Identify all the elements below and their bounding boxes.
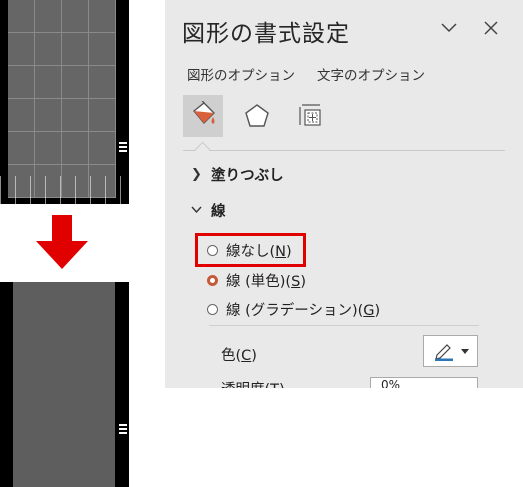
borderless-shape: [13, 282, 115, 487]
section-line[interactable]: 線: [191, 200, 226, 221]
radio-solid-line[interactable]: 線 (単色)(S): [207, 270, 306, 291]
chevron-right-icon: ❯: [191, 167, 202, 182]
section-fill-label: 塗りつぶし: [211, 168, 284, 184]
radio-gradient-line-label: 線 (グラデーション)(G): [226, 303, 381, 319]
close-icon[interactable]: [479, 16, 503, 40]
transparency-label: 透明度(T): [221, 378, 285, 388]
chevron-down-icon: [460, 348, 469, 354]
after-thumbnail: [0, 282, 129, 487]
line-color-button[interactable]: [423, 335, 478, 367]
tab-text-options[interactable]: 文字のオプション: [317, 64, 425, 84]
radio-gradient-line[interactable]: 線 (グラデーション)(G): [207, 299, 380, 320]
transparency-input[interactable]: 0%: [370, 377, 478, 388]
separator: [183, 150, 505, 151]
highlight-no-line: [195, 233, 306, 267]
section-fill[interactable]: ❯ 塗りつぶし: [191, 164, 284, 185]
section-line-label: 線: [211, 204, 226, 220]
pen-color-icon: [434, 344, 453, 361]
tab-shape-options[interactable]: 図形のオプション: [187, 64, 295, 84]
collapse-icon[interactable]: [437, 16, 461, 40]
gridlined-shape: [8, 0, 116, 198]
before-thumbnail: [0, 0, 129, 204]
pane-title: 図形の書式設定: [182, 21, 350, 47]
category-icons: [183, 95, 331, 137]
gridline-ticks: [0, 176, 129, 204]
resize-handle: [119, 142, 127, 152]
option-tabs: 図形のオプション 文字のオプション: [187, 64, 425, 84]
fill-line-icon[interactable]: [183, 95, 223, 137]
radio-solid-line-label: 線 (単色)(S): [226, 274, 306, 290]
size-properties-icon[interactable]: [291, 95, 331, 137]
down-arrow-icon: [36, 215, 88, 269]
color-label: 色(C): [221, 348, 257, 364]
chevron-down-icon: [191, 203, 202, 218]
format-shape-pane: 図形の書式設定 図形のオプション 文字のオプション ❯ 塗りつぶし 線 線なし(…: [165, 0, 523, 388]
radio-solid-line-button[interactable]: [207, 275, 218, 286]
radio-gradient-line-button[interactable]: [207, 304, 218, 315]
divider: [209, 325, 479, 326]
selection-pointer: [194, 141, 211, 158]
effects-pentagon-icon[interactable]: [237, 95, 277, 137]
resize-handle: [119, 424, 127, 434]
